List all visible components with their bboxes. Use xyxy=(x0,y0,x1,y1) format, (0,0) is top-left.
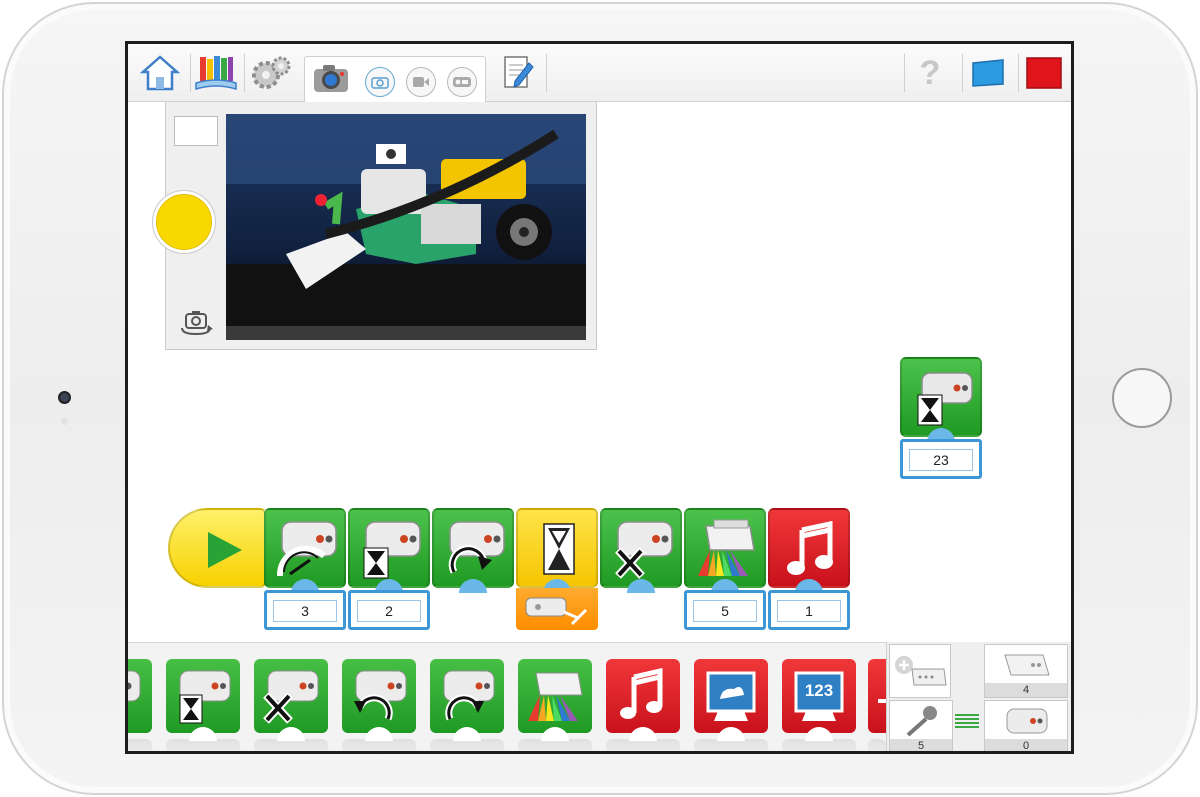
motor-hourglass-icon xyxy=(363,521,421,579)
param-value[interactable]: 5 xyxy=(693,600,757,622)
palette-motor-rotate-cw-block[interactable] xyxy=(430,659,504,751)
home-button[interactable] xyxy=(1112,368,1172,428)
wait-for-sensor-param[interactable] xyxy=(516,588,598,630)
floating-motor-on-for-block[interactable] xyxy=(900,357,982,442)
red-stop-icon[interactable] xyxy=(1020,50,1068,96)
motor-off-icon xyxy=(615,521,673,579)
motor-device-icon xyxy=(1006,708,1048,734)
hub-light-block[interactable] xyxy=(684,508,766,593)
help-icon[interactable]: ? xyxy=(906,50,954,96)
display-number-label: 123 xyxy=(804,681,834,700)
palette-hub-light-block[interactable] xyxy=(518,659,592,751)
volume-level-icon xyxy=(955,712,979,732)
palette-motor-rotate-ccw-block[interactable] xyxy=(342,659,416,751)
motor-rotate-cw-icon xyxy=(443,670,495,721)
palette-motor-off-block[interactable] xyxy=(254,659,328,751)
home-icon[interactable] xyxy=(136,50,184,96)
settings-gears-icon[interactable] xyxy=(246,50,294,96)
floating-block-param[interactable]: 23 xyxy=(900,439,982,479)
music-note-icon xyxy=(787,520,833,575)
toolbar-separator xyxy=(190,54,191,92)
display-partial-icon xyxy=(878,699,886,703)
motor-partial-icon xyxy=(128,670,141,702)
toolbar-separator xyxy=(546,54,547,92)
device-panel: 4 5 0 xyxy=(886,642,1071,751)
video-mode-icon[interactable] xyxy=(406,67,436,97)
toolbar-separator xyxy=(244,54,245,92)
motor-direction-block[interactable] xyxy=(432,508,514,593)
param-value[interactable]: 1 xyxy=(777,600,841,622)
motor-off-block[interactable] xyxy=(600,508,682,593)
photo-mode-icon[interactable] xyxy=(365,67,395,97)
motor-rotate-cw-icon xyxy=(448,521,505,574)
hub-device-icon xyxy=(1004,654,1050,676)
palette-motor-partial-block[interactable] xyxy=(128,659,152,751)
palette-motor-on-for-block[interactable] xyxy=(166,659,240,751)
motor-power-block[interactable] xyxy=(264,508,346,593)
play-icon xyxy=(208,532,242,568)
palette-display-number-block[interactable]: 123 xyxy=(782,659,856,751)
record-mode-icon[interactable] xyxy=(447,67,477,97)
toolbar-separator xyxy=(962,54,963,92)
add-hub-icon xyxy=(895,656,947,686)
camera-tab[interactable] xyxy=(304,56,486,103)
hub-light-param[interactable]: 5 xyxy=(684,590,766,630)
wait-for-block[interactable] xyxy=(516,508,598,593)
camera-preview xyxy=(226,114,586,340)
play-sound-block[interactable] xyxy=(768,508,850,593)
motor-power-param[interactable]: 3 xyxy=(264,590,346,630)
app-screen: ? 23 3 2 5 1 123 4 5 0 xyxy=(125,41,1074,754)
hub-device-slot[interactable]: 4 xyxy=(984,644,1068,698)
motor-device-slot[interactable]: 0 xyxy=(984,700,1068,751)
display-image-icon xyxy=(706,671,756,721)
param-value[interactable]: 3 xyxy=(273,600,337,622)
hub-light-color-icon xyxy=(528,672,583,721)
play-block[interactable] xyxy=(168,508,266,588)
library-icon[interactable] xyxy=(192,50,240,96)
flip-camera-icon[interactable] xyxy=(178,308,214,336)
palette-play-sound-block[interactable] xyxy=(606,659,680,751)
toolbar-separator xyxy=(904,54,905,92)
motor-hourglass-icon xyxy=(179,670,231,724)
toolbar: ? xyxy=(128,44,1071,103)
help-glyph: ? xyxy=(919,53,941,92)
param-value[interactable]: 23 xyxy=(909,449,973,471)
microphone-icon xyxy=(906,706,937,737)
hub-light-color-icon xyxy=(698,519,755,576)
motor-rotate-ccw-icon xyxy=(354,670,407,721)
toolbar-separator xyxy=(1018,54,1019,92)
motor-off-icon xyxy=(263,670,319,724)
motor-on-for-param[interactable]: 2 xyxy=(348,590,430,630)
motor-count: 0 xyxy=(985,739,1067,751)
camera-tab-icon xyxy=(311,61,351,97)
palette-display-partial-block[interactable] xyxy=(868,659,886,751)
capture-button[interactable] xyxy=(152,190,216,254)
document-icon[interactable] xyxy=(494,50,542,96)
hub-count: 4 xyxy=(985,683,1067,697)
camera-panel xyxy=(152,102,597,350)
param-value[interactable]: 2 xyxy=(357,600,421,622)
hourglass-icon xyxy=(543,523,575,575)
motor-hourglass-icon xyxy=(917,372,973,426)
gallery-thumbnail[interactable] xyxy=(174,116,218,146)
motor-on-for-block[interactable] xyxy=(348,508,430,593)
play-sound-param[interactable]: 1 xyxy=(768,590,850,630)
tilt-sensor-icon xyxy=(525,597,588,626)
music-note-icon xyxy=(620,667,663,719)
motor-power-icon xyxy=(276,521,337,577)
mic-count: 5 xyxy=(890,739,952,751)
ambient-sensor xyxy=(61,418,68,425)
palette-display-image-block[interactable] xyxy=(694,659,768,751)
mic-device-slot[interactable]: 5 xyxy=(889,700,953,751)
front-camera xyxy=(58,391,71,404)
blue-display-icon[interactable] xyxy=(964,50,1012,96)
connect-hub-button[interactable] xyxy=(889,644,951,698)
